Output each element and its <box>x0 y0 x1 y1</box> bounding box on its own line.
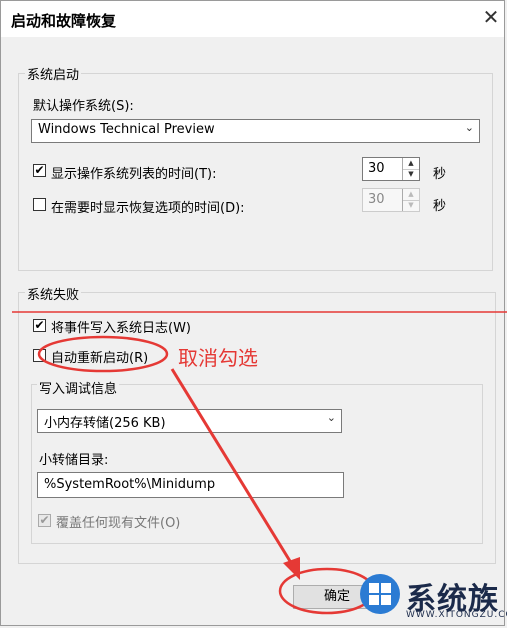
show-recovery-unit: 秒 <box>433 199 447 214</box>
dump-dir-label: 小转储目录: <box>39 453 109 468</box>
show-os-list-checkbox[interactable]: ✔ <box>33 164 46 177</box>
system-startup-legend: 系统启动 <box>25 64 82 83</box>
close-icon[interactable]: ✕ <box>477 5 505 29</box>
watermark: 系统族 WWW.XITONGZU.COM <box>358 570 507 626</box>
title-bar: 启动和故障恢复 ✕ <box>1 1 504 37</box>
default-os-label: 默认操作系统(S): <box>33 99 134 114</box>
dump-dir-input[interactable]: %SystemRoot%\Minidump <box>37 472 344 498</box>
chevron-down-icon: ⌄ <box>464 121 474 134</box>
watermark-url: WWW.XITONGZU.COM <box>406 610 507 620</box>
write-debug-legend: 写入调试信息 <box>37 378 120 397</box>
show-recovery-spinner: 30 ▲ ▼ <box>362 188 420 212</box>
write-event-checkbox[interactable]: ✔ <box>33 319 46 332</box>
checkmark-icon: ✔ <box>34 318 45 332</box>
dump-type-select[interactable]: 小内存转储(256 KB) ⌄ <box>37 409 342 433</box>
system-failure-legend: 系统失败 <box>25 284 82 303</box>
overwrite-checkbox: ✔ <box>38 514 51 527</box>
write-event-label[interactable]: 将事件写入系统日志(W) <box>51 317 191 336</box>
annotation-text: 取消勾选 <box>178 346 258 370</box>
show-os-list-unit: 秒 <box>433 167 447 182</box>
auto-restart-label[interactable]: 自动重新启动(R) <box>51 347 148 366</box>
dump-dir-value: %SystemRoot%\Minidump <box>44 477 216 492</box>
dialog-title: 启动和故障恢复 <box>11 12 117 30</box>
show-recovery-label[interactable]: 在需要时显示恢复选项的时间(D): <box>51 197 245 216</box>
overwrite-label: 覆盖任何现有文件(O) <box>56 516 181 531</box>
chevron-down-icon: ⌄ <box>326 411 336 424</box>
show-os-list-spinner[interactable]: 30 ▲ ▼ <box>362 157 420 181</box>
default-os-select[interactable]: Windows Technical Preview ⌄ <box>31 119 480 143</box>
show-os-list-value: 30 <box>368 161 385 176</box>
show-recovery-checkbox[interactable] <box>33 198 46 211</box>
spinner-down-icon[interactable]: ▼ <box>402 169 419 180</box>
checkmark-icon: ✔ <box>34 163 45 177</box>
windows-logo-icon <box>360 574 400 614</box>
auto-restart-checkbox[interactable] <box>33 349 46 362</box>
default-os-value: Windows Technical Preview <box>38 122 215 137</box>
spinner-down-icon: ▼ <box>402 200 419 211</box>
checkmark-icon: ✔ <box>39 513 50 527</box>
startup-recovery-dialog: 启动和故障恢复 ✕ 系统启动 默认操作系统(S): Windows Techni… <box>0 0 505 626</box>
show-os-list-label[interactable]: 显示操作系统列表的时间(T): <box>51 163 216 182</box>
dump-type-value: 小内存转储(256 KB) <box>44 416 166 431</box>
show-recovery-value: 30 <box>368 192 385 207</box>
